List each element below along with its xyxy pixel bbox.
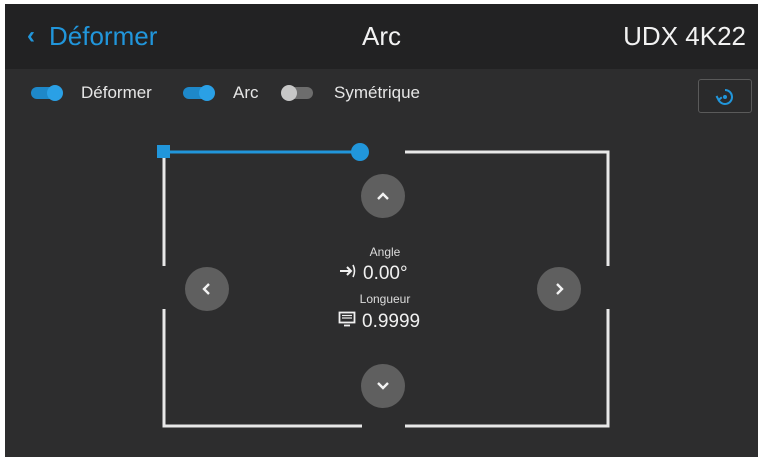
angle-label: Angle — [369, 245, 401, 259]
right-button[interactable] — [537, 267, 581, 311]
left-button[interactable] — [185, 267, 229, 311]
frame-bottom-right — [405, 309, 610, 428]
corner-handle[interactable] — [157, 145, 170, 158]
length-readout: 0.9999 — [338, 311, 420, 333]
up-button[interactable] — [361, 174, 405, 218]
length-value: 0.9999 — [362, 311, 421, 332]
midpoint-handle[interactable] — [351, 143, 369, 161]
app-window: ‹ Déformer Arc UDX 4K22 Déformer Arc Sym… — [5, 4, 758, 457]
length-label: Longueur — [359, 292, 411, 306]
frame-bottom-left — [162, 309, 362, 428]
angle-readout: 0.00° — [339, 263, 408, 285]
chevron-up-icon — [377, 192, 389, 200]
chevron-down-icon — [377, 382, 389, 390]
chevron-right-icon — [556, 283, 564, 295]
angle-arrow-icon — [339, 263, 357, 285]
chevron-left-icon — [202, 283, 210, 295]
screen-icon — [338, 311, 356, 333]
angle-value: 0.00° — [363, 263, 408, 284]
down-button[interactable] — [361, 364, 405, 408]
